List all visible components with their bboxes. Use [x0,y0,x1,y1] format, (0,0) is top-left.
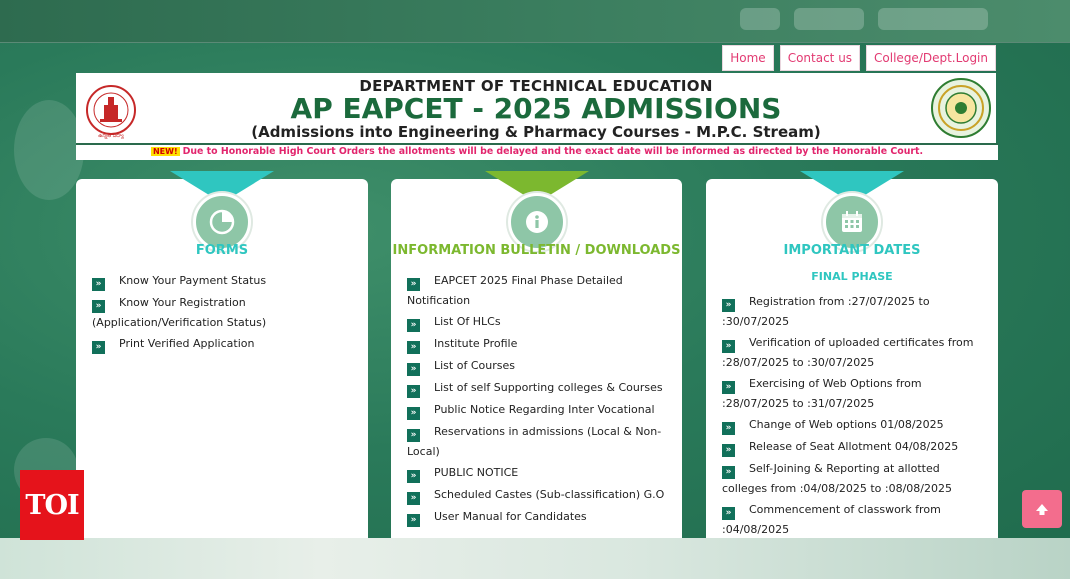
final-phase-label: FINAL PHASE [811,270,893,283]
date-item: » Self-Joining & Reporting at allotted co… [722,462,952,495]
page-title: AP EAPCET - 2025 ADMISSIONS [290,92,782,125]
chevron-right-icon: » [407,278,420,291]
chevron-right-icon: » [407,363,420,376]
blurred-nav-item [740,8,780,30]
chevron-right-icon: » [407,407,420,420]
date-item: » Verification of uploaded certificates f… [722,336,974,369]
page-subtitle: (Admissions into Engineering & Pharmacy … [251,123,821,141]
chevron-right-icon: » [92,278,105,291]
chevron-right-icon: » [722,507,735,520]
date-item: » Registration from :27/07/2025 to :30/07… [722,295,930,328]
bulletin-item[interactable]: » List Of HLCs [407,312,670,332]
bulletin-card: INFORMATION BULLETIN / DOWNLOADS » EAPCET… [391,171,682,549]
bulletin-item[interactable]: » List of Courses [407,356,670,376]
forms-item-payment-status[interactable]: » Know Your Payment Status [92,271,356,291]
important-dates-card: IMPORTANT DATES FINAL PHASE » Registratio… [706,171,998,549]
chevron-right-icon: » [722,299,735,312]
ticker-text: Due to Honorable High Court Orders the a… [182,146,924,157]
chevron-right-icon: » [407,492,420,505]
bulletin-heading: INFORMATION BULLETIN / DOWNLOADS [392,243,681,258]
ap-govt-emblem-icon [931,78,991,138]
blurred-nav-item [794,8,864,30]
chevron-right-icon: » [92,341,105,354]
forms-item-registration-status[interactable]: » Know Your Registration (Application/Ver… [92,293,356,332]
chevron-right-icon: » [722,466,735,479]
chevron-right-icon: » [407,385,420,398]
chevron-right-icon: » [722,381,735,394]
chevron-right-icon: » [722,340,735,353]
scroll-to-top-button[interactable] [1022,490,1062,528]
forms-list: » Know Your Payment Status » Know Your Reg… [92,271,356,356]
bulletin-item[interactable]: » EAPCET 2025 Final Phase Detailed Notifi… [407,271,670,310]
bulletin-list: » EAPCET 2025 Final Phase Detailed Notifi… [407,271,670,529]
date-item: » Commencement of classwork from :04/08/2… [722,503,941,536]
bulletin-item[interactable]: » List of self Supporting colleges & Cour… [407,378,670,398]
bulletin-item[interactable]: » PUBLIC NOTICE [407,463,670,483]
top-navigation: Home Contact us College/Dept.Login [722,45,996,71]
forms-card: FORMS » Know Your Payment Status » Know Yo… [76,171,368,549]
arrow-up-icon [1036,504,1048,515]
chevron-right-icon: » [407,514,420,527]
bulletin-item[interactable]: » User Manual for Candidates [407,507,670,527]
toi-watermark-logo: TOI [20,470,84,540]
date-item: » Change of Web options 01/08/2025 [722,415,986,435]
background-blob [14,100,84,200]
important-dates-heading: IMPORTANT DATES [783,243,921,258]
bulletin-item[interactable]: » Institute Profile [407,334,670,354]
chevron-right-icon: » [407,341,420,354]
bulletin-item[interactable]: » Public Notice Regarding Inter Vocationa… [407,400,670,420]
blurred-nav-item [878,8,988,30]
header-banner: ఉన్నత విద్యా DEPARTMENT OF TECHNICAL EDU… [76,73,996,143]
new-badge: NEW! [150,147,180,156]
forms-heading: FORMS [195,243,249,258]
chevron-right-icon: » [92,300,105,313]
bulletin-item[interactable]: » Scheduled Castes (Sub-classification) G… [407,485,670,505]
home-link[interactable]: Home [722,45,774,71]
college-login-link[interactable]: College/Dept.Login [866,45,996,71]
chevron-right-icon: » [722,422,735,435]
chevron-right-icon: » [407,429,420,442]
date-item: » Release of Seat Allotment 04/08/2025 [722,437,986,457]
dates-list: » Registration from :27/07/2025 to :30/07… [722,292,986,541]
chevron-right-icon: » [722,444,735,457]
date-item: » Exercising of Web Options from :28/07/2… [722,377,922,410]
news-ticker: NEW! Due to Honorable High Court Orders t… [76,143,998,160]
bulletin-item[interactable]: » Reservations in admissions (Local & Non… [407,422,670,461]
forms-item-print-application[interactable]: » Print Verified Application [92,334,356,354]
contact-us-link[interactable]: Contact us [779,45,861,71]
bottom-blur-strip [0,538,1070,579]
chevron-right-icon: » [407,470,420,483]
chevron-right-icon: » [407,319,420,332]
